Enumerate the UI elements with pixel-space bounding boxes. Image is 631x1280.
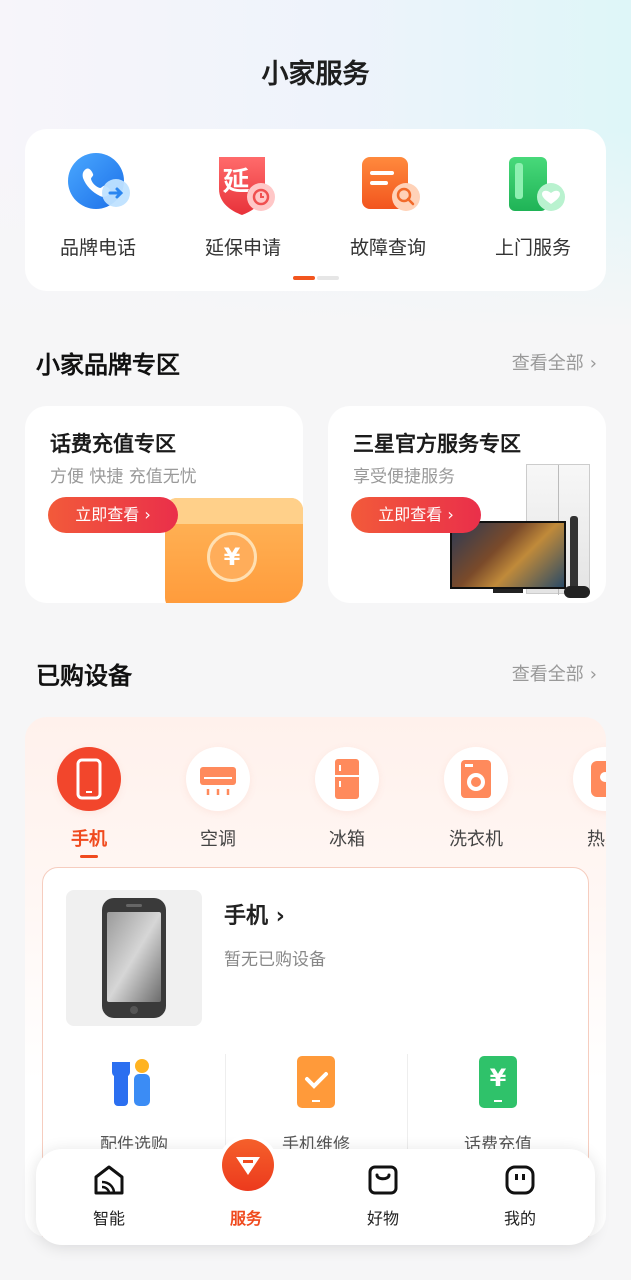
device-tab-label: 冰箱 [329, 829, 365, 850]
vacuum-image [570, 516, 578, 592]
purchased-see-all[interactable]: 查看全部 › [512, 660, 597, 686]
nav-label: 服务 [229, 1209, 262, 1228]
recharge-zone-card[interactable]: 话费充值专区 方便 快捷 充值无忧 立即查看 › ¥ [25, 406, 303, 603]
quick-service-brand-phone[interactable]: 品牌电话 [28, 151, 168, 260]
no-device-text: 暂无已购设备 [224, 950, 326, 970]
home-service-icon [501, 151, 565, 215]
wallet-flap [165, 498, 303, 524]
service-phone-recharge[interactable]: ¥ 话费充值 [407, 1054, 589, 1155]
tab-active-indicator [80, 855, 98, 858]
fridge-icon [315, 747, 379, 811]
phone-recharge-icon: ¥ [470, 1054, 526, 1110]
promo-title: 三星官方服务专区 [353, 432, 521, 456]
button-label: 立即查看 [75, 505, 140, 524]
quick-service-home-service[interactable]: 上门服务 [463, 151, 603, 260]
tv-stand [493, 589, 523, 593]
device-tab-water-heater[interactable]: 热水 [550, 747, 606, 851]
quick-service-label: 延保申请 [204, 237, 281, 259]
service-accessories[interactable]: 配件选购 [43, 1054, 225, 1155]
quick-service-label: 上门服务 [494, 237, 571, 259]
smartphone-image [102, 898, 166, 1018]
phone-repair-icon [288, 1054, 344, 1110]
carousel-dot [317, 276, 339, 280]
coin-glyph: ¥ [223, 543, 241, 571]
shop-bag-icon [366, 1163, 400, 1197]
see-all-label: 查看全部 [511, 664, 584, 685]
nav-label: 好物 [366, 1209, 399, 1228]
device-tab-label: 热水 [587, 829, 606, 850]
chevron-right-icon: › [589, 353, 597, 374]
quick-service-label: 品牌电话 [59, 237, 136, 259]
nav-mine[interactable]: 我的 [470, 1163, 570, 1229]
coin-icon: ¥ [207, 532, 257, 582]
device-tab-fridge[interactable]: 冰箱 [292, 747, 402, 851]
chevron-right-icon: › [589, 664, 597, 685]
view-now-button[interactable]: 立即查看 › [351, 497, 481, 533]
device-thumbnail [66, 890, 202, 1026]
quick-services-card: 品牌电话 延 延保申请 故障查询 上门服务 [25, 129, 606, 291]
quick-service-extended-warranty[interactable]: 延 延保申请 [173, 151, 313, 260]
brand-zone-see-all[interactable]: 查看全部 › [512, 349, 597, 375]
promo-subtitle: 方便 快捷 充值无忧 [50, 467, 197, 487]
smart-home-icon [92, 1163, 126, 1197]
promo-subtitle: 享受便捷服务 [353, 467, 455, 487]
air-conditioner-icon [186, 747, 250, 811]
quick-service-fault-query[interactable]: 故障查询 [318, 151, 458, 260]
quick-service-label: 故障查询 [349, 237, 426, 259]
extended-warranty-icon: 延 [211, 151, 275, 215]
button-label: 立即查看 [378, 505, 443, 524]
washing-machine-icon [444, 747, 508, 811]
fault-query-icon [356, 151, 420, 215]
device-tab-label: 空调 [200, 829, 236, 850]
phone-icon [66, 151, 130, 215]
device-tab-label: 洗衣机 [449, 829, 503, 850]
samsung-service-card[interactable]: 三星官方服务专区 享受便捷服务 立即查看 › [328, 406, 606, 603]
carousel-indicator [293, 276, 339, 280]
profile-icon [503, 1163, 537, 1197]
bottom-navigation: 智能 服务 好物 我的 [36, 1135, 595, 1245]
view-now-button[interactable]: 立即查看 › [48, 497, 178, 533]
promo-title: 话费充值专区 [50, 432, 176, 456]
nav-good-stuff[interactable]: 好物 [333, 1163, 433, 1229]
device-tab-phone[interactable]: 手机 [34, 747, 144, 858]
device-tab-washing-machine[interactable]: 洗衣机 [421, 747, 531, 851]
yuan-glyph: ¥ [489, 1064, 507, 1092]
phone-device-icon [57, 747, 121, 811]
purchased-devices-title: 已购设备 [36, 662, 132, 690]
nav-label: 智能 [92, 1209, 125, 1228]
device-tab-label: 手机 [71, 829, 107, 850]
device-name-link[interactable]: 手机 › [224, 898, 285, 930]
brand-zone-title: 小家品牌专区 [36, 351, 180, 379]
recharge-wallet-illustration: ¥ [165, 498, 303, 603]
chevron-right-icon: › [275, 904, 285, 929]
page-title: 小家服务 [261, 59, 370, 90]
nav-smart[interactable]: 智能 [59, 1163, 159, 1229]
vacuum-base [564, 586, 590, 598]
see-all-label: 查看全部 [511, 353, 584, 374]
nav-label: 我的 [503, 1209, 536, 1228]
nav-service[interactable]: 服务 [196, 1163, 296, 1229]
water-heater-icon [573, 747, 606, 811]
carousel-dot-active [293, 276, 315, 280]
device-tab-air-conditioner[interactable]: 空调 [163, 747, 273, 851]
device-name: 手机 [224, 904, 269, 929]
accessories-icon [106, 1054, 162, 1110]
warranty-glyph: 延 [223, 167, 250, 197]
